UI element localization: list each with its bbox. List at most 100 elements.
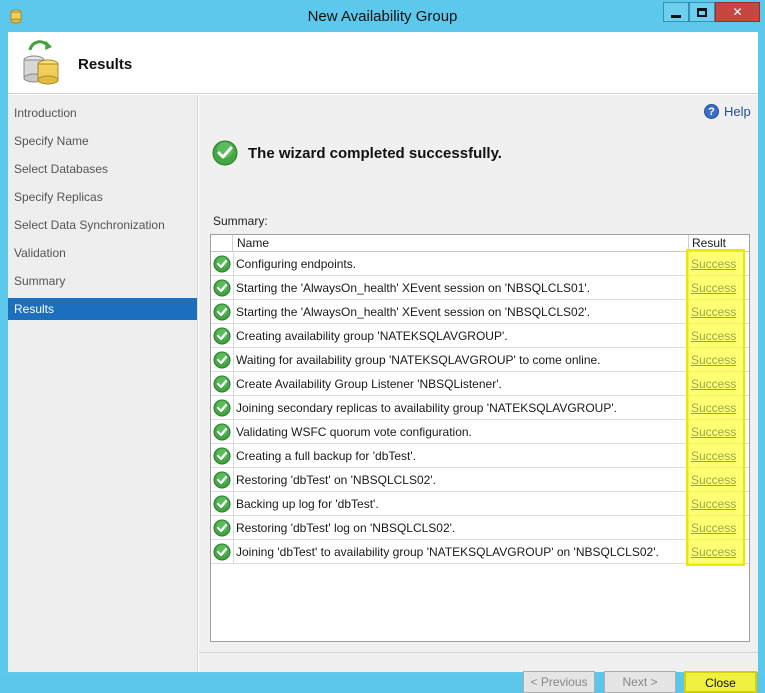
result-link[interactable]: Success bbox=[691, 449, 736, 463]
sidebar-item-specify-name[interactable]: Specify Name bbox=[8, 130, 197, 152]
column-divider bbox=[233, 540, 234, 564]
minimize-icon bbox=[671, 14, 681, 18]
column-divider bbox=[688, 516, 689, 540]
result-link[interactable]: Success bbox=[691, 377, 736, 391]
wizard-steps-sidebar: Introduction Specify Name Select Databas… bbox=[8, 95, 198, 672]
sidebar-item-results[interactable]: Results bbox=[8, 298, 197, 320]
table-row[interactable]: Creating availability group 'NATEKSQLAVG… bbox=[211, 324, 749, 348]
column-divider bbox=[233, 324, 234, 348]
page-title: Results bbox=[78, 56, 133, 73]
check-circle-icon bbox=[213, 519, 231, 537]
result-link[interactable]: Success bbox=[691, 329, 736, 343]
help-link[interactable]: ? Help bbox=[704, 104, 751, 119]
column-divider bbox=[233, 348, 234, 372]
column-divider bbox=[233, 516, 234, 540]
step-name: Validating WSFC quorum vote configuratio… bbox=[236, 425, 472, 439]
column-divider bbox=[688, 324, 689, 348]
step-name: Backing up log for 'dbTest'. bbox=[236, 497, 379, 511]
table-row[interactable]: Starting the 'AlwaysOn_health' XEvent se… bbox=[211, 276, 749, 300]
table-row[interactable]: Joining secondary replicas to availabili… bbox=[211, 396, 749, 420]
sidebar-item-select-data-synchronization[interactable]: Select Data Synchronization bbox=[8, 214, 197, 236]
result-link[interactable]: Success bbox=[691, 473, 736, 487]
column-divider bbox=[233, 420, 234, 444]
step-name: Restoring 'dbTest' on 'NBSQLCLS02'. bbox=[236, 473, 436, 487]
step-name: Create Availability Group Listener 'NBSQ… bbox=[236, 377, 502, 391]
next-button[interactable]: Next > bbox=[604, 671, 676, 693]
close-icon: ✕ bbox=[732, 5, 743, 19]
column-divider bbox=[233, 252, 234, 276]
step-name: Waiting for availability group 'NATEKSQL… bbox=[236, 353, 601, 367]
check-circle-icon bbox=[213, 303, 231, 321]
result-link[interactable]: Success bbox=[691, 401, 736, 415]
column-divider bbox=[688, 492, 689, 516]
title-bar[interactable]: New Availability Group ✕ bbox=[0, 0, 765, 32]
column-divider bbox=[688, 372, 689, 396]
column-divider bbox=[688, 252, 689, 276]
table-row[interactable]: Restoring 'dbTest' log on 'NBSQLCLS02'. S… bbox=[211, 516, 749, 540]
result-link[interactable]: Success bbox=[691, 257, 736, 271]
table-row[interactable]: Backing up log for 'dbTest'. Success bbox=[211, 492, 749, 516]
result-link[interactable]: Success bbox=[691, 521, 736, 535]
table-row[interactable]: Validating WSFC quorum vote configuratio… bbox=[211, 420, 749, 444]
completion-message: The wizard completed successfully. bbox=[248, 144, 502, 162]
close-button[interactable]: Close bbox=[684, 671, 757, 693]
sidebar-item-summary[interactable]: Summary bbox=[8, 270, 197, 292]
status-column-header bbox=[211, 235, 233, 251]
sidebar-item-specify-replicas[interactable]: Specify Replicas bbox=[8, 186, 197, 208]
name-column-header[interactable]: Name bbox=[237, 236, 269, 250]
table-row[interactable]: Restoring 'dbTest' on 'NBSQLCLS02'. Succe… bbox=[211, 468, 749, 492]
step-name: Configuring endpoints. bbox=[236, 257, 357, 271]
step-name: Starting the 'AlwaysOn_health' XEvent se… bbox=[236, 281, 591, 295]
grid-header: Name Result bbox=[211, 235, 749, 252]
sidebar-item-validation[interactable]: Validation bbox=[8, 242, 197, 264]
sidebar-item-select-databases[interactable]: Select Databases bbox=[8, 158, 197, 180]
close-window-button[interactable]: ✕ bbox=[715, 2, 760, 22]
check-circle-icon bbox=[213, 471, 231, 489]
footer-divider bbox=[199, 652, 758, 653]
column-divider bbox=[233, 492, 234, 516]
column-divider bbox=[688, 420, 689, 444]
results-panel: ? Help The wizard completed successfully… bbox=[199, 95, 758, 693]
result-link[interactable]: Success bbox=[691, 545, 736, 559]
column-divider bbox=[688, 235, 689, 251]
check-circle-icon bbox=[213, 423, 231, 441]
table-row[interactable]: Configuring endpoints. Success bbox=[211, 252, 749, 276]
sidebar-item-introduction[interactable]: Introduction bbox=[8, 102, 197, 124]
table-row[interactable]: Waiting for availability group 'NATEKSQL… bbox=[211, 348, 749, 372]
column-divider bbox=[233, 300, 234, 324]
window-title: New Availability Group bbox=[307, 8, 458, 25]
minimize-button[interactable] bbox=[663, 2, 689, 22]
check-circle-icon bbox=[213, 279, 231, 297]
check-circle-icon bbox=[213, 447, 231, 465]
maximize-button[interactable] bbox=[689, 2, 715, 22]
wizard-header: Results bbox=[8, 32, 758, 94]
results-grid[interactable]: Name Result Configuring endpoints. Succes… bbox=[210, 234, 750, 642]
result-link[interactable]: Success bbox=[691, 497, 736, 511]
column-divider bbox=[688, 540, 689, 564]
summary-label: Summary: bbox=[213, 214, 268, 228]
step-name: Joining 'dbTest' to availability group '… bbox=[236, 545, 659, 559]
result-link[interactable]: Success bbox=[691, 353, 736, 367]
previous-button[interactable]: < Previous bbox=[523, 671, 595, 693]
step-name: Joining secondary replicas to availabili… bbox=[236, 401, 617, 415]
result-link[interactable]: Success bbox=[691, 281, 736, 295]
result-link[interactable]: Success bbox=[691, 305, 736, 319]
table-row[interactable]: Joining 'dbTest' to availability group '… bbox=[211, 540, 749, 564]
column-divider bbox=[688, 444, 689, 468]
wizard-client-area: Results Introduction Specify Name Select… bbox=[8, 32, 758, 693]
result-column-header[interactable]: Result bbox=[692, 236, 726, 250]
check-circle-icon bbox=[213, 327, 231, 345]
database-sync-icon bbox=[23, 40, 59, 85]
table-row[interactable]: Creating a full backup for 'dbTest'. Succ… bbox=[211, 444, 749, 468]
wizard-window: New Availability Group ✕ Results Introdu… bbox=[0, 0, 765, 693]
table-row[interactable]: Create Availability Group Listener 'NBSQ… bbox=[211, 372, 749, 396]
column-divider bbox=[233, 444, 234, 468]
step-name: Creating a full backup for 'dbTest'. bbox=[236, 449, 417, 463]
column-divider bbox=[688, 348, 689, 372]
check-circle-icon bbox=[213, 351, 231, 369]
step-name: Restoring 'dbTest' log on 'NBSQLCLS02'. bbox=[236, 521, 456, 535]
table-row[interactable]: Starting the 'AlwaysOn_health' XEvent se… bbox=[211, 300, 749, 324]
check-circle-icon bbox=[213, 375, 231, 393]
check-circle-icon bbox=[213, 543, 231, 561]
result-link[interactable]: Success bbox=[691, 425, 736, 439]
